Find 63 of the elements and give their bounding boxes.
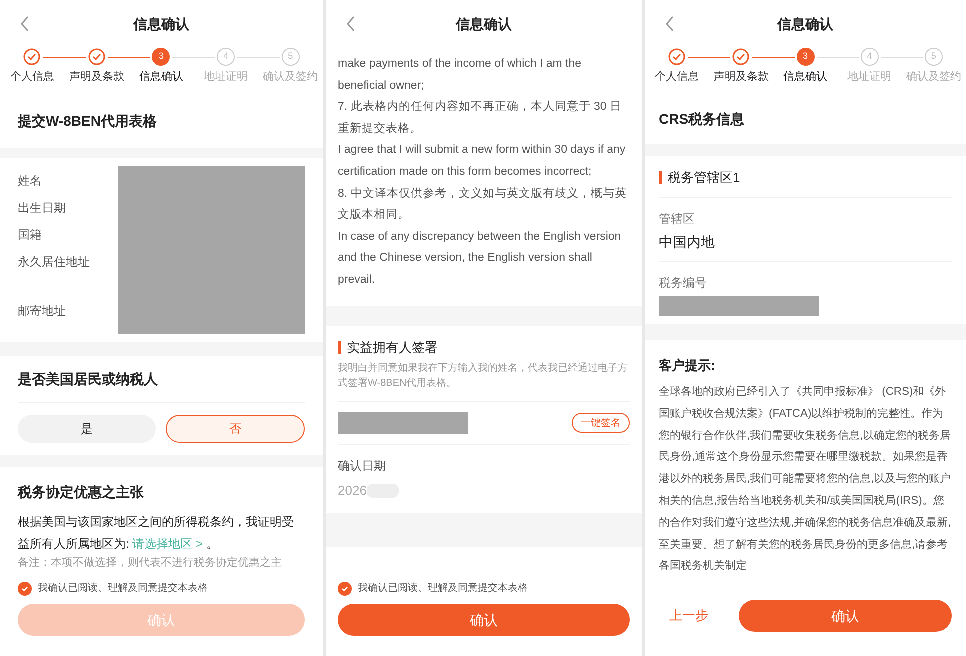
field-value: 中国内地: [659, 233, 716, 252]
region-link[interactable]: 请选择地区 >: [132, 536, 204, 550]
section-title: 税务管辖区1: [668, 168, 740, 186]
check-icon: [21, 584, 29, 592]
note-text: 备注：本项不做选择，则代表不进行税务协定优惠之主: [18, 556, 283, 570]
step-label: 确认及签约: [263, 70, 318, 85]
terms-paragraph: make payments of the income of which I am the beneficial owner;: [338, 57, 583, 94]
date-value: 2026: [338, 482, 367, 500]
screen-title: 信息确认: [134, 14, 190, 34]
step-number: 4: [860, 48, 879, 66]
accent-bar: [659, 170, 662, 184]
back-icon[interactable]: [346, 16, 356, 32]
field-label: 税务编号: [659, 275, 708, 292]
field-label: 永久居住地址: [18, 254, 91, 270]
sign-button[interactable]: 一键签名: [572, 413, 630, 434]
date-label: 确认日期: [338, 458, 387, 476]
field-label: 国籍: [18, 226, 43, 244]
check-icon: [341, 584, 349, 592]
section-title: 提交W-8BEN代用表格: [18, 112, 157, 128]
step-label: 个人信息: [10, 70, 54, 85]
confirm-button[interactable]: 确认: [338, 604, 630, 636]
step-label: 声明及条款: [714, 70, 769, 85]
step-label: 信息确认: [784, 70, 828, 85]
field-label: 邮寄地址: [18, 302, 67, 320]
signature-statement: 我明白并同意如果我在下方输入我的姓名，代表我已经通过电子方式签署W-8BEN代用表格。: [338, 362, 629, 392]
step-number: 4: [217, 48, 236, 66]
step-label: 地址证明: [848, 70, 892, 85]
step-label: 个人信息: [655, 70, 700, 85]
agreement-text: 我确认已阅读、理解及同意提交本表格: [38, 582, 208, 596]
notice-title: 客户提示:: [659, 358, 716, 373]
step-label: 声明及条款: [69, 70, 124, 85]
agreement-text: 我确认已阅读、理解及同意提交本表格: [358, 582, 528, 596]
step-number: 3: [152, 48, 170, 66]
checkbox[interactable]: [338, 582, 352, 596]
screen-title: 信息确认: [456, 14, 512, 34]
terms-paragraph: 7. 此表格内的任何内容如不再正确，本人同意于 30 日重新提交表格。: [338, 99, 623, 137]
section-title: 税务协定优惠之主张: [18, 484, 144, 500]
terms-paragraph: I agree that I will submit a new form within 30 days if any certification made on this form becomes incorrect;: [338, 143, 627, 180]
field-label: 管辖区: [659, 211, 696, 228]
accent-bar: [338, 340, 341, 354]
back-icon[interactable]: [665, 16, 675, 32]
option-button[interactable]: 是: [18, 414, 156, 442]
section-title: 是否美国居民或纳税人: [18, 370, 158, 386]
field-label: 姓名: [18, 172, 43, 190]
terms-paragraph: 8. 中文译本仅供参考，文义如与英文版有歧义，概与英文版本相同。: [338, 186, 628, 224]
step-number: 3: [796, 48, 814, 66]
section-title: CRS税务信息: [659, 110, 745, 126]
back-button[interactable]: 上一步: [659, 606, 719, 626]
terms-paragraph: In case of any discrepancy between the English version and the Chinese version, the English version shall prevail.: [338, 230, 622, 288]
section-title: 实益拥有人签署: [347, 338, 438, 357]
treaty-statement: 根据美国与该国家地区之间的所得税条约，我证明受益所有人所属地区为: 请选择地区 > 。: [18, 514, 295, 552]
step-number: 5: [282, 48, 300, 66]
screen-title: 信息确认: [778, 14, 834, 34]
step-label: 信息确认: [139, 70, 184, 85]
step-label: 确认及签约: [906, 70, 962, 85]
confirm-button[interactable]: 确认: [739, 600, 952, 632]
step-number: 5: [924, 48, 943, 66]
step-label: 地址证明: [204, 70, 248, 85]
option-button[interactable]: 否: [166, 414, 305, 442]
checkbox[interactable]: [18, 582, 32, 596]
back-icon[interactable]: [20, 16, 30, 32]
notice-paragraph: 全球各地的政府已经引入了《共同申报标准》 (CRS)和《外国账户税收合规法案》(FATCA)以维护税制的完整性。作为您的银行合作伙伴,我们需要收集税务信息,以确定您的税务居民身份,通常这个身份显示您需要在哪里缴税款。如果您是香港以外的税务居民,我们可能需要将您的信息,以及与您的账户相关的信息,报告给当地税务机关和/或美国国税局(IRS)。您的合作对我们遵守这些法规,并确保您的税务信息准确及最新,至关重要。想了解有关您的税务居民身份的更多信息,请参考各国税务机关制定: [659, 384, 952, 574]
field-label: 出生日期: [18, 200, 67, 216]
